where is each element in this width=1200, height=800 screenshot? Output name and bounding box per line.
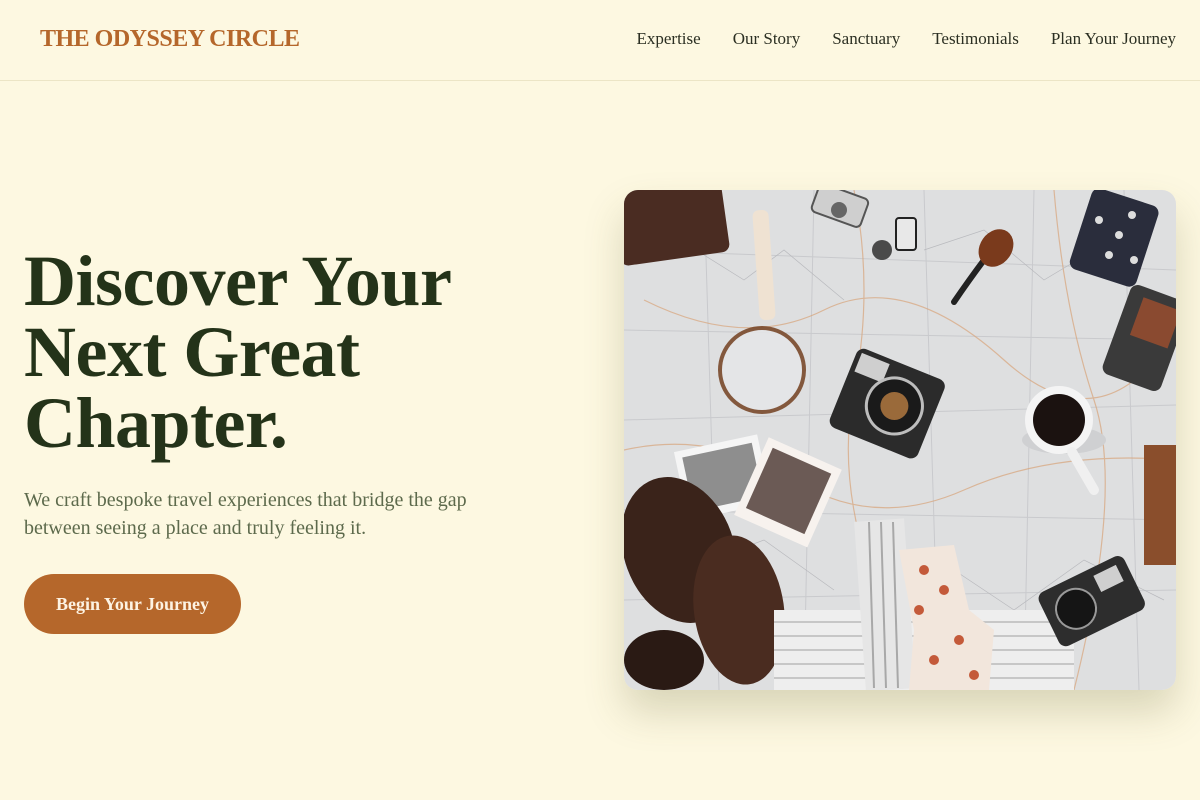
hero-title: Discover Your Next Great Chapter. <box>24 245 544 459</box>
hero-image <box>624 190 1176 690</box>
nav-link-testimonials[interactable]: Testimonials <box>932 29 1019 49</box>
hero-title-line-3: Chapter. <box>24 383 288 463</box>
site-header: THE ODYSSEY CIRCLE Expertise Our Story S… <box>0 0 1200 81</box>
nav-link-our-story[interactable]: Our Story <box>733 29 801 49</box>
main-nav: Expertise Our Story Sanctuary Testimonia… <box>636 29 1176 49</box>
nav-link-expertise[interactable]: Expertise <box>636 29 700 49</box>
begin-journey-button[interactable]: Begin Your Journey <box>24 574 241 634</box>
nav-link-sanctuary[interactable]: Sanctuary <box>832 29 900 49</box>
nav-link-plan-your-journey[interactable]: Plan Your Journey <box>1051 29 1176 49</box>
hero-title-line-1: Discover Your <box>24 241 452 321</box>
hero-title-line-2: Next Great <box>24 312 360 392</box>
brand-logo[interactable]: THE ODYSSEY CIRCLE <box>40 26 300 53</box>
hero-subtitle: We craft bespoke travel experiences that… <box>24 489 467 539</box>
travel-flatlay-illustration <box>624 190 1176 690</box>
